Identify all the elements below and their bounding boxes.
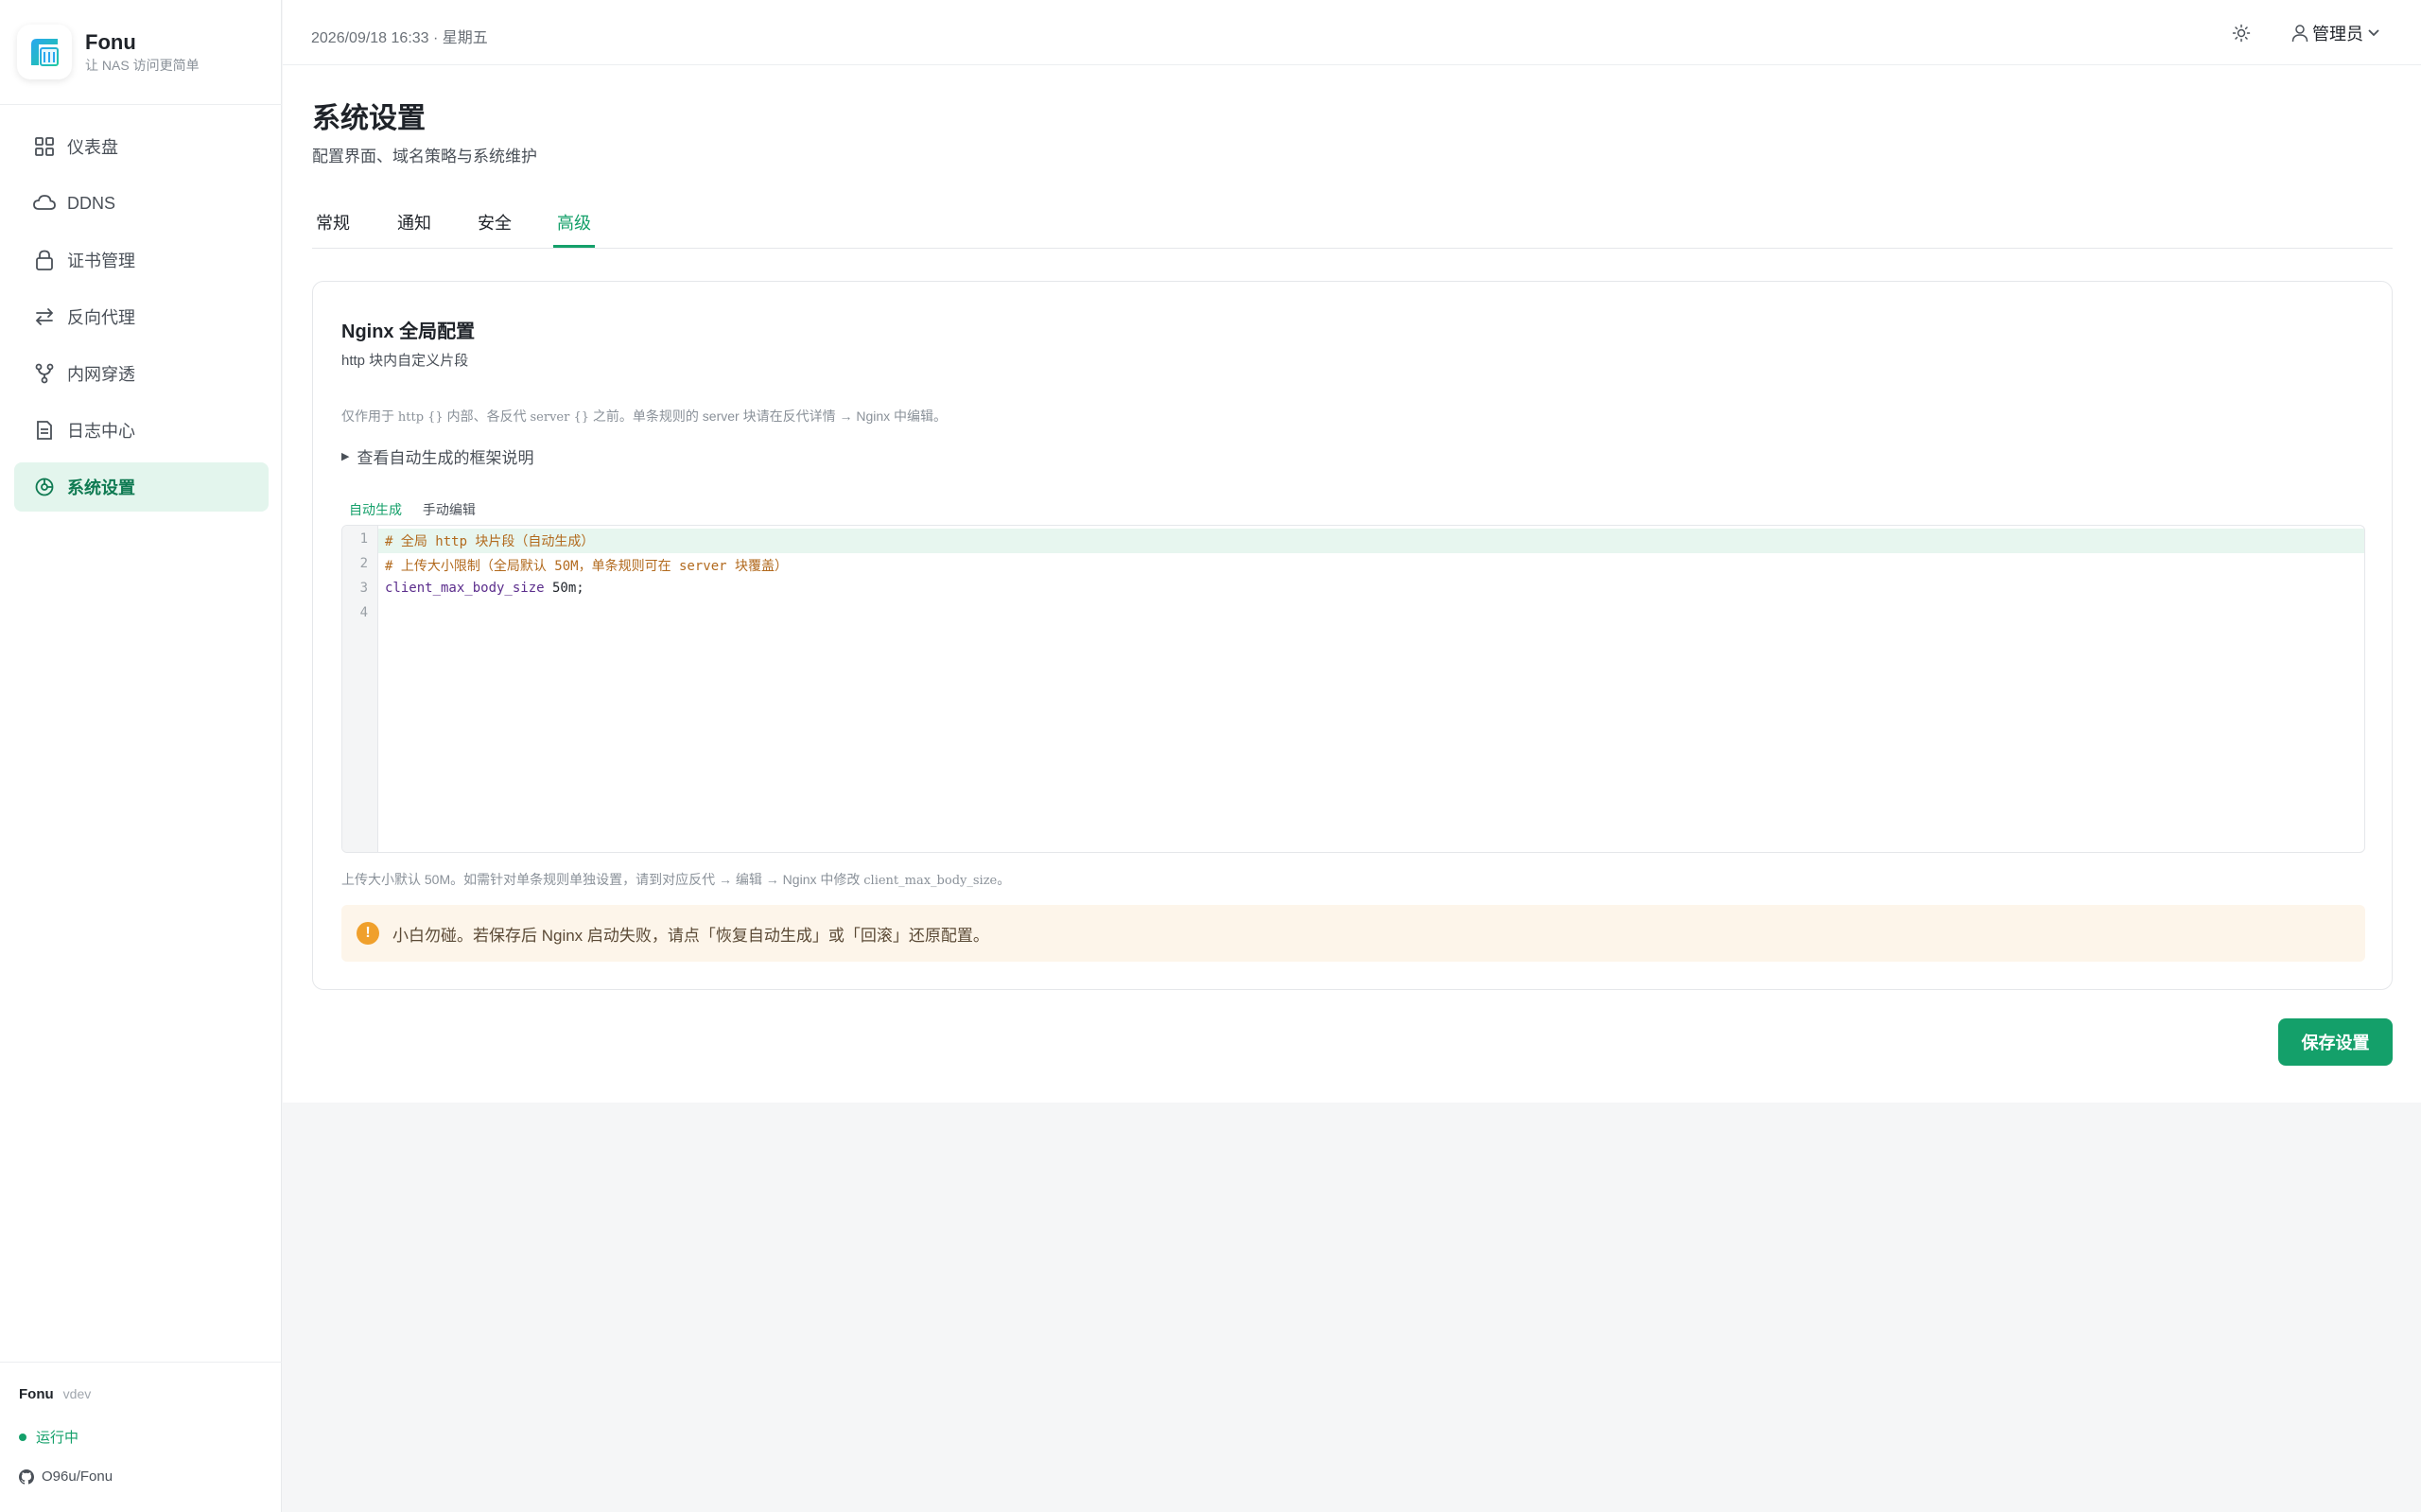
status-text: 运行中: [36, 1430, 79, 1446]
dashboard-icon: [33, 135, 56, 158]
page-subtitle: 配置界面、域名策略与系统维护: [312, 148, 537, 165]
sidebar-item-label: DDNS: [67, 193, 116, 213]
card-subtitle: http 块内自定义片段: [341, 353, 469, 369]
sidebar-item-settings[interactable]: 系统设置: [14, 462, 269, 512]
sidebar-item-label: 反向代理: [67, 308, 135, 327]
document-icon: [33, 419, 56, 442]
repo-link[interactable]: O96u/Fonu: [19, 1469, 113, 1485]
swap-arrows-icon: [33, 305, 56, 328]
brand-name: Fonu: [85, 30, 136, 54]
note-text: 之前。单条规则的 server 块请在反代详情 → Nginx 中编辑。: [589, 408, 948, 424]
hint-text: 上传大小默认 50M。如需针对单条规则单独设置，请到对应反代 → 编辑 → Ng…: [341, 872, 864, 887]
sidebar: Fonu 让 NAS 访问更简单 仪表盘 DDNS 证书管理 反向代理 内网穿透…: [0, 0, 282, 1512]
sun-icon: [2232, 24, 2251, 43]
line-number: 3: [359, 581, 368, 596]
sidebar-item-label: 系统设置: [67, 478, 135, 497]
theme-toggle-button[interactable]: [2227, 19, 2256, 47]
framework-details-toggle[interactable]: ▶ 查看自动生成的框架说明: [341, 444, 533, 468]
warning-banner: ! 小白勿碰。若保存后 Nginx 启动失败，请点「恢复自动生成」或「回滚」还原…: [341, 905, 2365, 962]
tab-security[interactable]: 安全: [478, 210, 512, 248]
warning-icon: !: [357, 922, 379, 945]
tab-auto-generated[interactable]: 自动生成: [349, 500, 402, 519]
scope-note: 仅作用于 http {} 内部、各反代 server {} 之前。单条规则的 s…: [341, 407, 947, 426]
code-directive: client_max_body_size: [385, 581, 545, 596]
details-label: 查看自动生成的框架说明: [357, 449, 534, 467]
user-name: 管理员: [2312, 25, 2363, 43]
hint-text: 。: [997, 872, 1011, 887]
save-settings-button[interactable]: 保存设置: [2278, 1018, 2393, 1066]
sidebar-item-label: 证书管理: [67, 252, 135, 270]
repo-text: O96u/Fonu: [42, 1469, 113, 1485]
status-indicator: 运行中: [19, 1427, 78, 1447]
sidebar-item-ddns[interactable]: DDNS: [14, 179, 269, 228]
code-line: # 全局 http 块片段（自动生成）: [385, 534, 595, 549]
user-menu-button[interactable]: 管理员: [2291, 19, 2380, 47]
nginx-config-card: Nginx 全局配置 http 块内自定义片段 仅作用于 http {} 内部、…: [312, 281, 2393, 990]
tab-notifications[interactable]: 通知: [397, 210, 431, 248]
tab-manual-edit[interactable]: 手动编辑: [423, 500, 476, 519]
fork-icon: [33, 362, 56, 385]
warning-text: 小白勿碰。若保存后 Nginx 启动失败，请点「恢复自动生成」或「回滚」还原配置…: [392, 926, 989, 945]
datetime: 2026/09/18 16:33 · 星期五: [311, 30, 488, 46]
sidebar-item-logs[interactable]: 日志中心: [14, 406, 269, 455]
app-version: Fonu vdev: [19, 1386, 91, 1402]
page-title: 系统设置: [312, 103, 426, 134]
settings-tabs: 常规 通知 安全 高级: [312, 204, 2393, 249]
note-text: 仅作用于: [341, 408, 398, 424]
note-code: server {}: [530, 410, 590, 425]
line-number: 4: [359, 605, 368, 620]
code-editor[interactable]: 1 2 3 4 # 全局 http 块片段（自动生成） # 上传大小限制（全局默…: [341, 525, 2365, 853]
sidebar-item-dashboard[interactable]: 仪表盘: [14, 122, 269, 171]
tab-general[interactable]: 常规: [316, 210, 350, 248]
lock-icon: [33, 249, 56, 271]
code-line: client_max_body_size 50m;: [385, 581, 584, 596]
topbar: 2026/09/18 16:33 · 星期五 管理员: [283, 0, 2421, 65]
code-value: 50m;: [544, 581, 584, 596]
edit-mode-tabs: 自动生成 手动编辑: [349, 500, 493, 519]
brand-tagline: 让 NAS 访问更简单: [85, 58, 200, 73]
triangle-right-icon: ▶: [341, 451, 350, 462]
brand[interactable]: Fonu 让 NAS 访问更简单: [17, 25, 200, 79]
footer-version: vdev: [62, 1386, 92, 1401]
cloud-icon: [33, 192, 56, 215]
sidebar-nav: 仪表盘 DDNS 证书管理 反向代理 内网穿透 日志中心 系统设置: [14, 122, 269, 519]
github-icon: [19, 1469, 34, 1485]
code-line: # 上传大小限制（全局默认 50M，单条规则可在 server 块覆盖）: [385, 559, 789, 574]
user-icon: [2291, 24, 2308, 43]
tab-advanced[interactable]: 高级: [553, 210, 595, 248]
upload-size-hint: 上传大小默认 50M。如需针对单条规则单独设置，请到对应反代 → 编辑 → Ng…: [341, 870, 1010, 889]
fonu-logo: [17, 25, 72, 79]
sidebar-item-label: 仪表盘: [67, 138, 118, 157]
note-text: 内部、各反代: [443, 408, 531, 424]
sidebar-item-tunnel[interactable]: 内网穿透: [14, 349, 269, 398]
note-code: http {}: [397, 410, 444, 425]
card-title: Nginx 全局配置: [341, 322, 476, 342]
footer-app-name: Fonu: [19, 1386, 54, 1402]
line-number: 1: [359, 531, 368, 547]
line-number: 2: [359, 556, 368, 571]
sidebar-item-label: 日志中心: [67, 422, 135, 441]
line-number-gutter: 1 2 3 4: [342, 526, 378, 852]
sidebar-item-reverse-proxy[interactable]: 反向代理: [14, 292, 269, 341]
hint-code: client_max_body_size: [863, 874, 998, 888]
chevron-down-icon: [2367, 28, 2380, 38]
active-line-highlight: [378, 529, 2364, 553]
sidebar-item-certificates[interactable]: 证书管理: [14, 235, 269, 285]
settings-icon: [33, 476, 56, 498]
divider: [0, 104, 282, 105]
status-dot-icon: [19, 1433, 26, 1441]
sidebar-item-label: 内网穿透: [67, 365, 135, 384]
divider: [0, 1362, 282, 1363]
